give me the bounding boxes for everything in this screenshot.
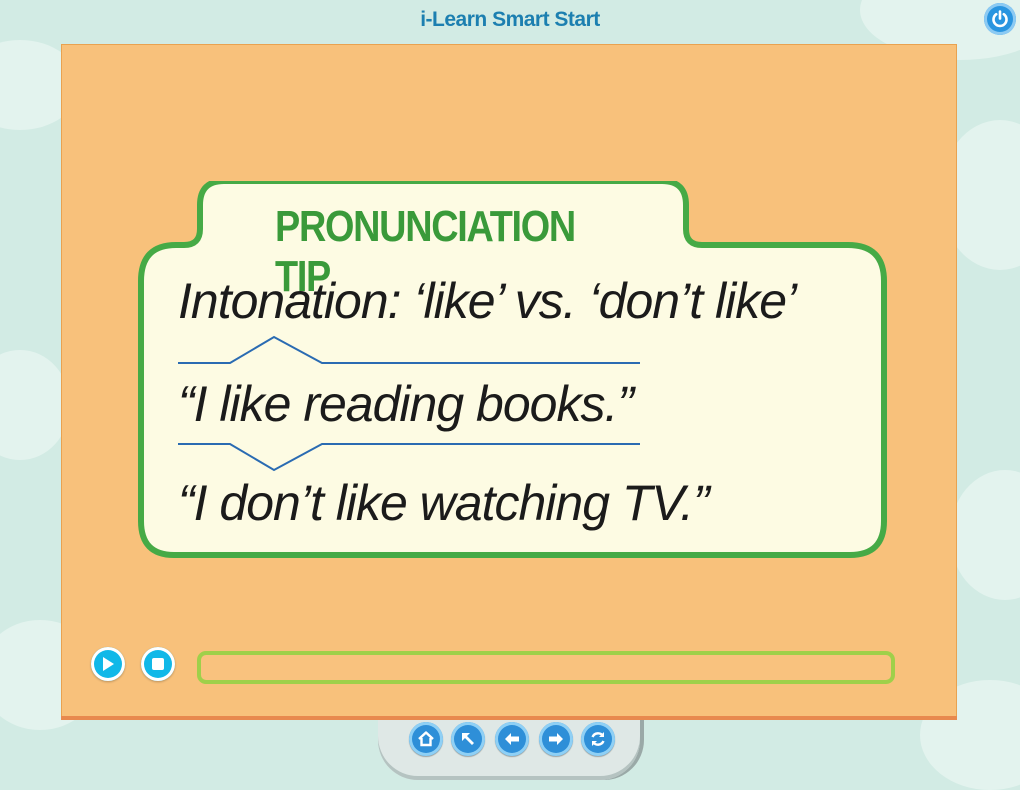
tip-line-intonation: Intonation: ‘like’ vs. ‘don’t like’ (178, 273, 797, 329)
play-icon (103, 657, 114, 671)
background-cloud (0, 350, 70, 460)
stop-button[interactable] (141, 647, 175, 681)
arrow-left-icon (505, 733, 519, 745)
app-title: i-Learn Smart Start (420, 8, 600, 31)
next-button[interactable] (539, 722, 573, 756)
arrow-up-left-icon (462, 733, 474, 745)
pronunciation-tip-card: PRONUNCIATION TIP Intonation: ‘like’ vs.… (138, 181, 888, 559)
replay-button[interactable] (581, 722, 615, 756)
tip-line-like-example: “I like reading books.” (178, 376, 634, 432)
power-icon (992, 10, 1008, 28)
power-button[interactable] (984, 3, 1016, 35)
falling-intonation-line (178, 443, 640, 472)
previous-button[interactable] (495, 722, 529, 756)
tip-line-dont-like-example: “I don’t like watching TV.” (178, 475, 710, 531)
arrow-right-icon (549, 733, 563, 745)
home-button[interactable] (409, 722, 443, 756)
rising-intonation-line (178, 335, 640, 364)
audio-progress-bar[interactable] (197, 651, 895, 684)
home-icon (418, 731, 434, 747)
play-button[interactable] (91, 647, 125, 681)
refresh-icon (591, 732, 605, 746)
stop-icon (152, 658, 164, 670)
background-cloud (950, 470, 1020, 600)
back-to-menu-button[interactable] (451, 722, 485, 756)
